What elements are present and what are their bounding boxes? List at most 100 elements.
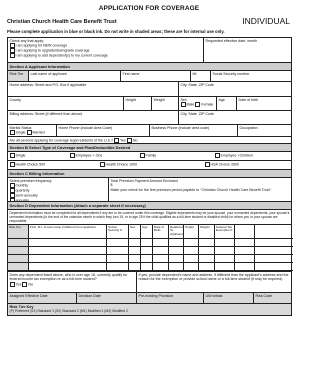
row-input-cell[interactable]: [128, 247, 140, 255]
dependent-exemption-field[interactable]: If yes, provide dependent's name and add…: [136, 272, 291, 292]
row-input-cell[interactable]: [168, 263, 183, 271]
uw-initials-field: UW initials: [203, 293, 253, 303]
male-label: Male: [186, 102, 195, 107]
female-checkbox[interactable]: [195, 102, 201, 108]
add-dependent-checkbox[interactable]: [9, 53, 15, 59]
row-input-cell[interactable]: [168, 247, 183, 255]
married-label: Married: [32, 130, 45, 135]
row-input-cell[interactable]: [168, 255, 183, 263]
row-input-cell[interactable]: [28, 263, 106, 271]
coverage-employee-one-checkbox[interactable]: [69, 153, 75, 158]
row-input-cell[interactable]: [254, 247, 293, 255]
row-input-cell[interactable]: [254, 255, 293, 263]
row-input-cell[interactable]: [28, 255, 106, 263]
row-input-cell[interactable]: [28, 247, 106, 255]
row-input-cell[interactable]: [152, 239, 168, 247]
row-input-cell[interactable]: [234, 263, 254, 271]
row-input-cell[interactable]: [152, 263, 168, 271]
col-risk-tier: Risk Tier: [8, 225, 28, 239]
row-input-cell[interactable]: [140, 255, 152, 263]
row-input-cell[interactable]: [128, 239, 140, 247]
weight-field[interactable]: Weight: [151, 97, 178, 110]
row-input-cell[interactable]: [152, 255, 168, 263]
row-input-cell[interactable]: [198, 239, 214, 247]
row-input-cell[interactable]: [140, 247, 152, 255]
coverage-employee-one: Employee + One: [68, 152, 138, 160]
business-phone-field[interactable]: Business Phone (include area code): [149, 125, 237, 136]
row-input-cell[interactable]: [234, 255, 254, 263]
row-input-cell[interactable]: [106, 247, 128, 255]
dob-field[interactable]: Date of birth: [236, 97, 291, 110]
annually-checkbox[interactable]: [9, 198, 15, 201]
coverage-single-checkbox[interactable]: [9, 153, 15, 158]
row-input-cell[interactable]: [140, 263, 152, 271]
col-extra-1: [234, 225, 254, 239]
row-input-cell[interactable]: [198, 263, 214, 271]
city-state-zip-field[interactable]: City, State, ZIP Code: [178, 82, 291, 96]
row-input-cell[interactable]: [214, 247, 234, 255]
row-input-cell[interactable]: [254, 239, 293, 247]
single-checkbox[interactable]: [9, 130, 15, 136]
home-address-field[interactable]: Home address: Street and P.O. Box if app…: [8, 82, 178, 96]
county-field[interactable]: County: [8, 97, 123, 110]
row-input-cell[interactable]: [234, 239, 254, 247]
row-input-cell[interactable]: [198, 255, 214, 263]
home-phone-field[interactable]: Home Phone (include Area Code): [56, 125, 149, 136]
coverage-employee-children-checkbox[interactable]: [214, 153, 220, 158]
plan-hsa-checkbox[interactable]: [204, 162, 210, 167]
section-c-title: Section C Billing Information: [8, 170, 291, 178]
dependent-no-checkbox[interactable]: [22, 281, 28, 287]
billing-address-field[interactable]: Billing address: Street (if different th…: [8, 111, 178, 124]
requested-date-field[interactable]: Requested effective date, month: [203, 38, 291, 62]
row-input-cell[interactable]: [152, 247, 168, 255]
last-name-field[interactable]: Last name of applicant: [28, 71, 120, 81]
legal-yes-checkbox[interactable]: [113, 138, 119, 143]
row-input-cell[interactable]: [214, 255, 234, 263]
total-premium-field[interactable]: Total Premium Payment Amount Enclosed $ …: [108, 178, 291, 201]
row-input-cell[interactable]: [214, 263, 234, 271]
table-row: [8, 263, 293, 271]
row-input-cell[interactable]: [234, 247, 254, 255]
first-name-field[interactable]: First name: [120, 71, 190, 81]
legal-no-checkbox[interactable]: [126, 138, 132, 143]
row-input-cell[interactable]: [106, 239, 128, 247]
row-input-cell[interactable]: [214, 239, 234, 247]
row-input-cell[interactable]: [128, 263, 140, 271]
coverage-family-checkbox[interactable]: [139, 153, 145, 158]
ssn-field[interactable]: Social Security number: [210, 71, 291, 81]
plan-1000-checkbox[interactable]: [99, 162, 105, 167]
row-input-cell[interactable]: [183, 239, 198, 247]
risk-tier-field: Risk Tier: [8, 71, 28, 81]
row-input-cell[interactable]: [28, 239, 106, 247]
document-title: APPLICATION FOR COVERAGE: [98, 5, 200, 12]
plan-500-checkbox[interactable]: [9, 162, 15, 167]
legal-resident-question: Are all persons applying for coverage le…: [8, 137, 291, 143]
row-input-cell[interactable]: [128, 255, 140, 263]
row-input-cell[interactable]: [168, 239, 183, 247]
col-relationship: Relationship To Applicant: [168, 225, 183, 239]
mi-field[interactable]: MI: [190, 71, 210, 81]
new-coverage-label: I am applying for NEW coverage: [15, 43, 68, 48]
organization-name: Christian Church Health Care Benefit Tru…: [7, 19, 117, 25]
row-input-cell[interactable]: [140, 239, 152, 247]
billing-city-field[interactable]: City, State, ZIP Code: [178, 111, 291, 124]
row-input-cell[interactable]: [183, 263, 198, 271]
row-input-cell[interactable]: [183, 255, 198, 263]
dependent-question-text: Does any dependent listed above, who is …: [9, 273, 128, 282]
dependent-yes-checkbox[interactable]: [9, 281, 15, 287]
age-field[interactable]: Age: [216, 97, 236, 110]
row-input-cell[interactable]: [106, 263, 128, 271]
col-height: Height: [183, 225, 198, 239]
section-b-title: Section B Select Type of Coverage and Pl…: [8, 144, 291, 152]
row-input-cell[interactable]: [254, 263, 293, 271]
row-input-cell[interactable]: [198, 247, 214, 255]
table-row: [8, 247, 293, 255]
height-field[interactable]: Height: [123, 97, 151, 110]
married-checkbox[interactable]: [26, 130, 32, 136]
row-input-cell[interactable]: [183, 247, 198, 255]
occupation-field[interactable]: Occupation: [237, 125, 291, 136]
male-checkbox[interactable]: [180, 102, 186, 108]
monthly-label: monthly: [15, 183, 29, 188]
instructions: Please complete application in blue or b…: [7, 29, 225, 34]
row-input-cell[interactable]: [106, 255, 128, 263]
